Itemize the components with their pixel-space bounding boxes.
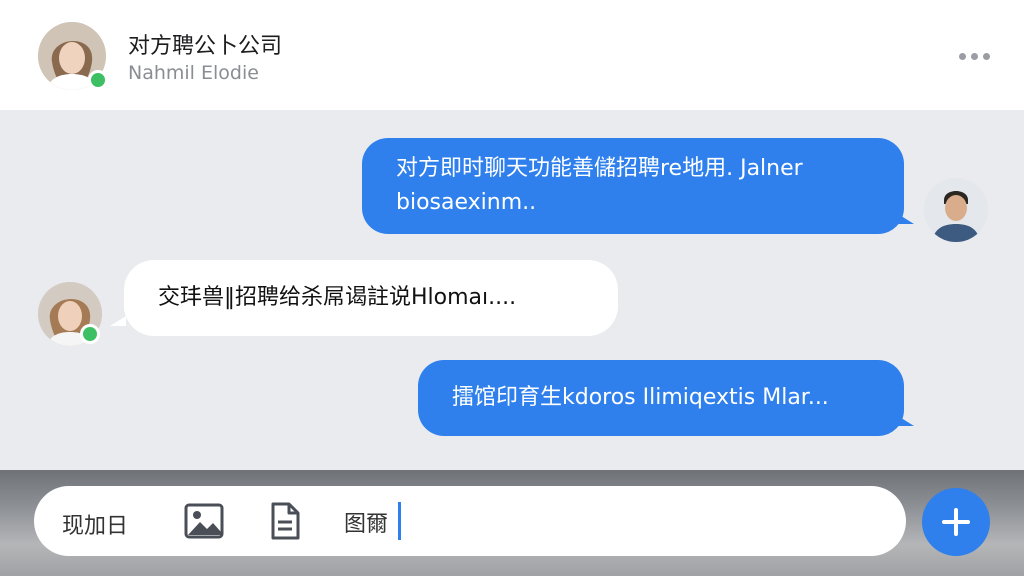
outgoing-message[interactable]: 擂馆印育生kdoros Ilimiqextis Mlar...	[418, 360, 904, 436]
message-text: 对方即时聊天功能善儲招聘re地用. Jalner biosaexinm..	[396, 156, 803, 215]
bubble-tail	[110, 316, 126, 326]
contact-subtitle: Nahmil Elodie	[128, 62, 259, 84]
chat-header: 对方聘公卜公司 Nahmil Elodie	[0, 0, 1024, 110]
user-avatar[interactable]	[924, 178, 988, 242]
more-horizontal-icon	[970, 52, 978, 60]
bubble-tail	[898, 416, 914, 426]
composer-attach-label[interactable]: 现加日	[62, 508, 128, 540]
message-composer: 现加日	[34, 486, 906, 556]
image-icon[interactable]	[184, 503, 224, 539]
text-cursor	[398, 502, 401, 540]
user-avatar-image	[924, 178, 988, 242]
message-list[interactable]: 对方即时聊天功能善儲招聘re地用. Jalner biosaexinm.. 交玤…	[0, 110, 1024, 470]
more-horizontal-icon	[958, 52, 966, 60]
file-icon[interactable]	[270, 502, 300, 540]
message-text: 擂馆印育生kdoros Ilimiqextis Mlar...	[452, 385, 829, 410]
plus-icon	[942, 508, 970, 536]
message-text: 交玤兽‖招聘给杀屌谒註说Hlomaı....	[158, 285, 517, 310]
bubble-tail	[898, 214, 914, 224]
add-button[interactable]	[922, 488, 990, 556]
contact-name: 对方聘公卜公司	[128, 34, 283, 59]
message-input[interactable]	[342, 504, 866, 540]
outgoing-message[interactable]: 对方即时聊天功能善儲招聘re地用. Jalner biosaexinm..	[362, 138, 904, 234]
online-status-dot	[80, 324, 100, 344]
more-options-button[interactable]	[952, 44, 996, 68]
more-horizontal-icon	[982, 52, 990, 60]
online-status-dot	[88, 70, 108, 90]
incoming-message[interactable]: 交玤兽‖招聘给杀屌谒註说Hlomaı....	[124, 260, 618, 336]
